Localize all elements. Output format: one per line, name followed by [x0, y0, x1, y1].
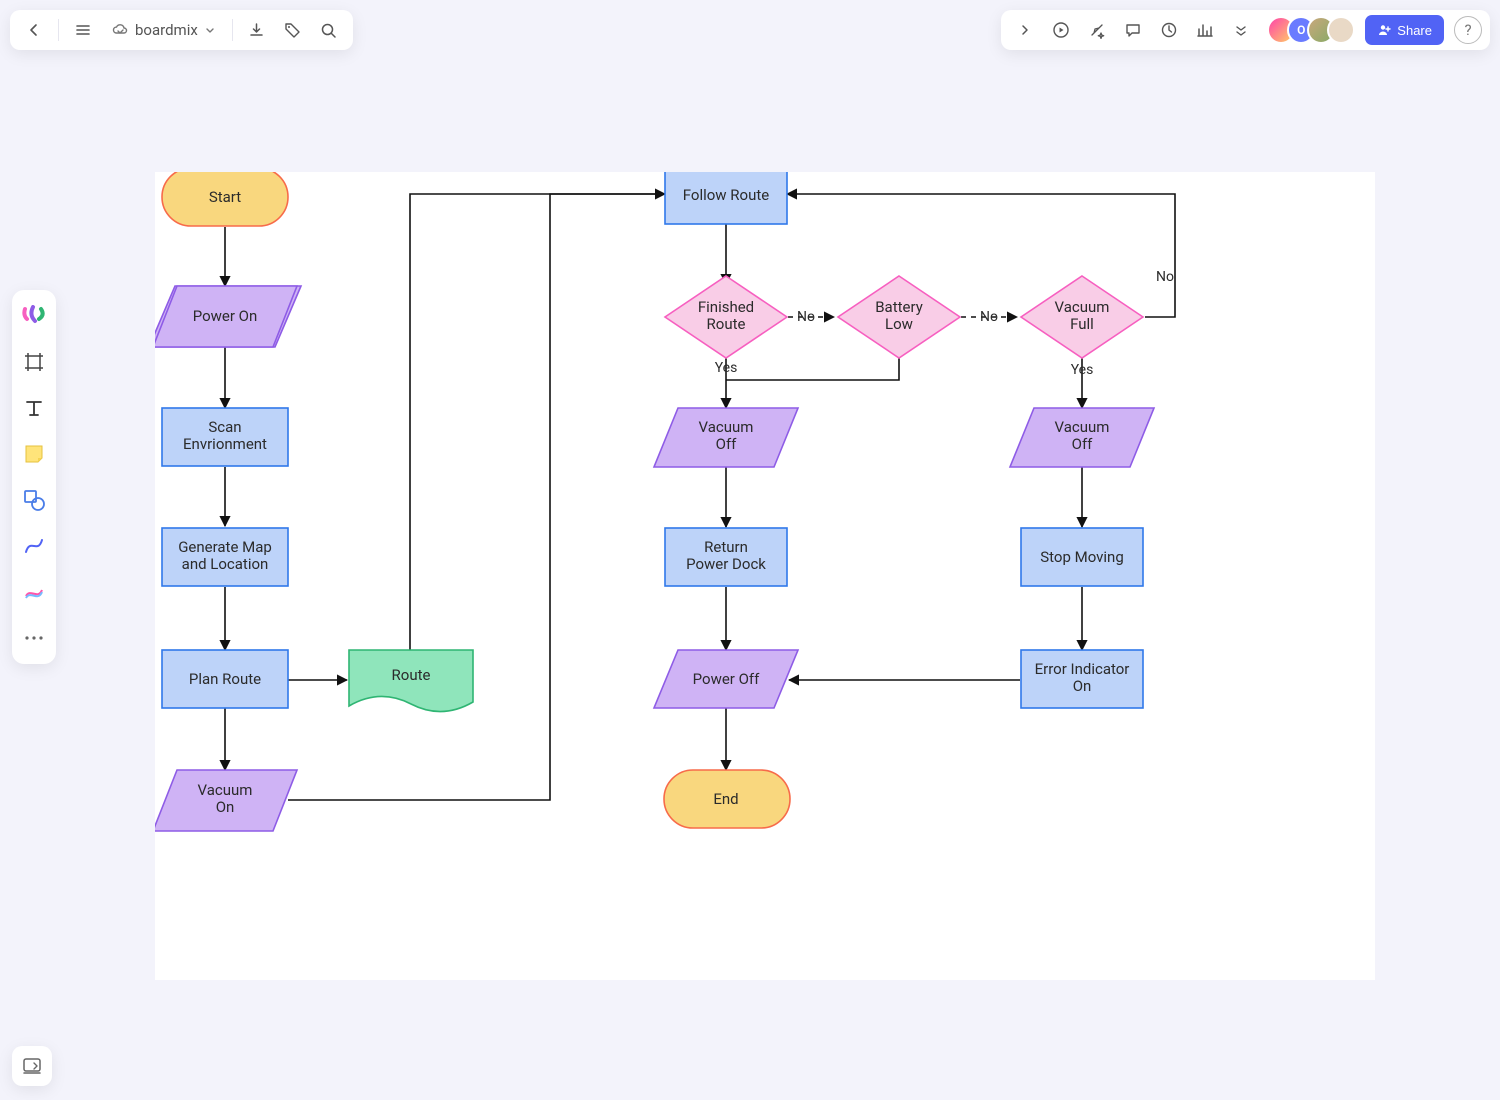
tag-button[interactable]: [277, 14, 309, 46]
collaborator-avatars[interactable]: O: [1267, 16, 1355, 44]
hamburger-icon: [75, 22, 91, 38]
more-tools[interactable]: [16, 620, 52, 656]
share-button[interactable]: Share: [1365, 15, 1444, 45]
avatar[interactable]: [1327, 16, 1355, 44]
ai-tool[interactable]: [16, 298, 52, 334]
svg-text:Stop Moving: Stop Moving: [1040, 548, 1124, 566]
node-power-on[interactable]: Power On: [155, 286, 297, 347]
curve-icon: [22, 534, 46, 558]
minimap-icon: [22, 1056, 42, 1076]
topbar-left: boardmix: [10, 10, 353, 50]
pen-tool[interactable]: [16, 574, 52, 610]
shape-tool[interactable]: [16, 482, 52, 518]
history-button[interactable]: [1153, 14, 1185, 46]
node-end[interactable]: End: [664, 770, 790, 828]
minimap-button[interactable]: [12, 1046, 52, 1086]
svg-text:Power On: Power On: [193, 307, 258, 325]
edge-label: No: [797, 309, 815, 325]
help-button[interactable]: ?: [1454, 16, 1482, 44]
ellipsis-icon: [24, 635, 44, 641]
node-error-indicator[interactable]: Error IndicatorOn: [1021, 650, 1143, 708]
canvas[interactable]: Yes No No No Yes Start End ScanEnvrionme…: [155, 172, 1375, 980]
node-gen-map[interactable]: Generate Mapand Location: [162, 528, 288, 586]
chevron-down-icon: [1234, 23, 1248, 37]
shapes-icon: [22, 488, 46, 512]
edge-label: No: [1156, 269, 1174, 285]
node-vacuum-off-left[interactable]: VacuumOff: [654, 408, 798, 467]
play-circle-icon: [1052, 21, 1070, 39]
node-follow-route[interactable]: Follow Route: [665, 172, 787, 224]
node-scan-env[interactable]: ScanEnvrionment: [162, 408, 288, 466]
frame-icon: [23, 351, 45, 373]
svg-text:Generate Mapand Location: Generate Mapand Location: [178, 538, 272, 573]
text-tool[interactable]: [16, 390, 52, 426]
edge-label: Yes: [715, 360, 738, 376]
svg-text:Power Off: Power Off: [693, 670, 760, 688]
download-button[interactable]: [241, 14, 273, 46]
node-vacuum-off-right[interactable]: VacuumOff: [1010, 408, 1154, 467]
flowchart[interactable]: Yes No No No Yes Start End ScanEnvrionme…: [155, 172, 1375, 980]
search-button[interactable]: [313, 14, 345, 46]
chevron-right-icon: [1018, 23, 1032, 37]
connector-tool[interactable]: [16, 528, 52, 564]
chevron-down-icon: [204, 24, 216, 36]
menu-button[interactable]: [67, 14, 99, 46]
svg-text:Start: Start: [209, 188, 241, 206]
node-power-off[interactable]: Power Off: [654, 650, 798, 708]
chart-button[interactable]: [1189, 14, 1221, 46]
ai-sparkle-button[interactable]: [1081, 14, 1113, 46]
edge-label: No: [980, 309, 998, 325]
bar-chart-icon: [1196, 21, 1214, 39]
text-icon: [23, 397, 45, 419]
comment-icon: [1124, 21, 1142, 39]
tag-icon: [284, 22, 301, 39]
sparkle-icon: [1088, 21, 1106, 39]
svg-text:End: End: [713, 790, 738, 808]
tool-dock: [12, 290, 56, 664]
share-label: Share: [1397, 23, 1432, 38]
node-route-doc[interactable]: Route: [349, 650, 473, 712]
node-return-dock[interactable]: ReturnPower Dock: [665, 528, 787, 586]
node-stop-moving[interactable]: Stop Moving: [1021, 528, 1143, 586]
document-title-dropdown[interactable]: boardmix: [103, 21, 224, 39]
cloud-sync-icon: [111, 21, 129, 39]
svg-text:Plan Route: Plan Route: [189, 670, 261, 688]
user-plus-icon: [1377, 23, 1391, 37]
comment-button[interactable]: [1117, 14, 1149, 46]
question-icon: ?: [1464, 21, 1471, 39]
history-icon: [1160, 21, 1178, 39]
document-title: boardmix: [135, 21, 198, 39]
search-icon: [320, 22, 337, 39]
sticky-note-icon: [22, 442, 46, 466]
node-finished-route[interactable]: FinishedRoute: [665, 276, 787, 358]
play-button[interactable]: [1045, 14, 1077, 46]
expand-button[interactable]: [1009, 14, 1041, 46]
node-vacuum-full[interactable]: VacuumFull: [1021, 276, 1143, 358]
download-icon: [248, 22, 265, 39]
svg-text:Follow Route: Follow Route: [683, 186, 770, 204]
edge-label: Yes: [1071, 362, 1094, 378]
pen-path-icon: [22, 580, 46, 604]
node-battery-low[interactable]: BatteryLow: [838, 276, 960, 358]
node-start[interactable]: Start: [162, 172, 288, 226]
chevron-left-icon: [26, 22, 42, 38]
ai-logo-icon: [21, 305, 47, 327]
node-plan-route[interactable]: Plan Route: [162, 650, 288, 708]
sticky-note-tool[interactable]: [16, 436, 52, 472]
frame-tool[interactable]: [16, 344, 52, 380]
node-vacuum-on[interactable]: VacuumOn: [155, 770, 297, 831]
more-toolbar-button[interactable]: [1225, 14, 1257, 46]
back-button[interactable]: [18, 14, 50, 46]
topbar-right: O Share ?: [1001, 10, 1490, 50]
svg-text:Route: Route: [392, 666, 431, 684]
